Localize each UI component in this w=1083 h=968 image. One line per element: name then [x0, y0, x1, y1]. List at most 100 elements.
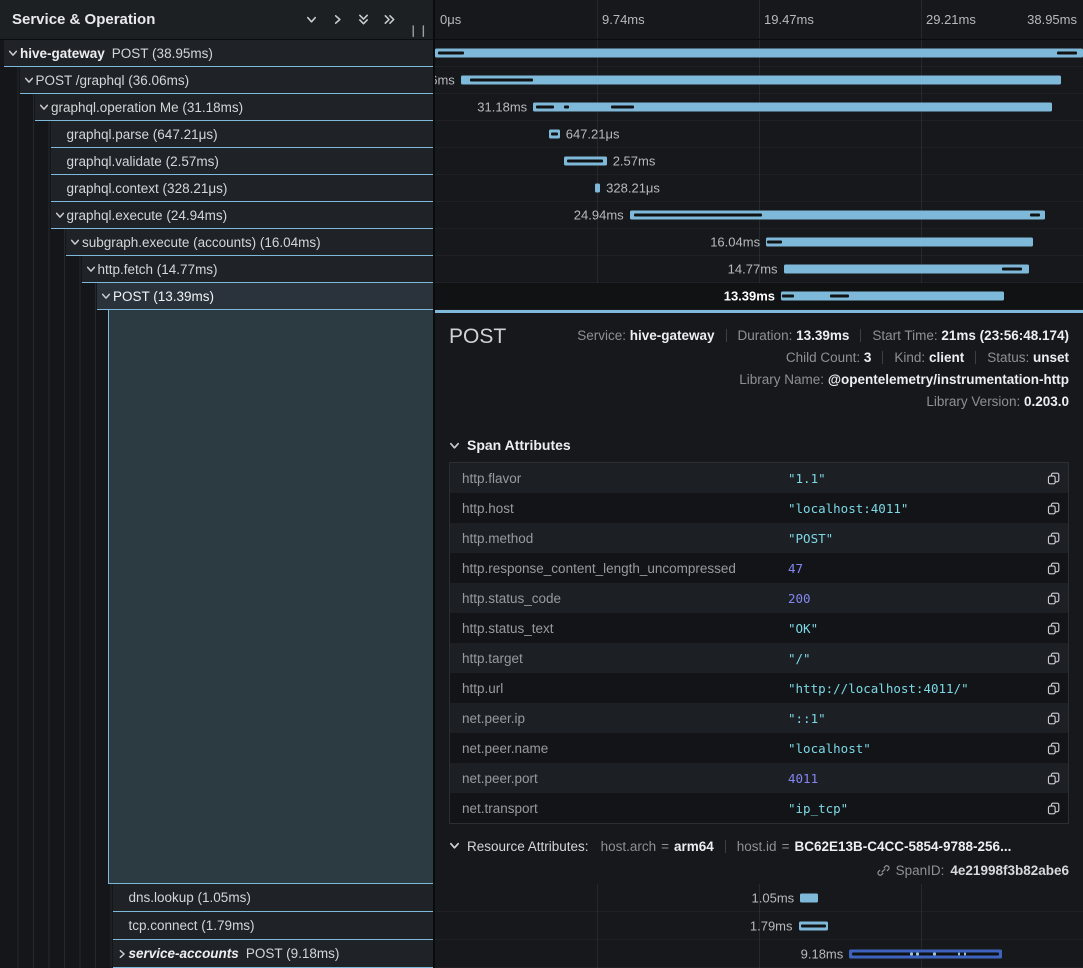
- span-tree-row[interactable]: tcp.connect (1.79ms): [0, 912, 433, 940]
- span-tree-row[interactable]: service-accountsPOST (9.18ms): [0, 940, 433, 968]
- span-attributes-table: http.flavor"1.1"http.host"localhost:4011…: [449, 462, 1069, 824]
- child-span-mark: [536, 106, 554, 109]
- attribute-key: http.url: [450, 681, 788, 696]
- span-tree-row[interactable]: POST /graphql (36.06ms): [0, 67, 433, 94]
- span-duration-label: 1.05ms: [752, 890, 795, 905]
- chevron-down-icon[interactable]: [6, 48, 20, 58]
- span-tree-row[interactable]: http.fetch (14.77ms): [0, 256, 433, 283]
- link-icon[interactable]: [877, 864, 890, 877]
- chevron-down-icon[interactable]: [53, 210, 67, 220]
- timeline-row[interactable]: 328.21μs: [435, 175, 1083, 202]
- span-tree-row[interactable]: graphql.execute (24.94ms): [0, 202, 433, 229]
- copy-icon[interactable]: [1038, 502, 1068, 515]
- selected-span-expansion: [108, 310, 433, 884]
- span-tree-row[interactable]: hive-gatewayPOST (38.95ms): [0, 40, 433, 67]
- span-bar[interactable]: [564, 157, 607, 166]
- copy-icon[interactable]: [1038, 772, 1068, 785]
- panel-header: Service & Operation ❘❘: [0, 0, 433, 40]
- operation-name: graphql.context (328.21μs): [67, 181, 228, 196]
- copy-icon[interactable]: [1038, 562, 1068, 575]
- span-tree-row[interactable]: POST (13.39ms): [0, 283, 433, 310]
- copy-icon[interactable]: [1038, 622, 1068, 635]
- attribute-key: http.flavor: [450, 471, 788, 486]
- meta-value: 21ms (23:56:48.174): [941, 328, 1069, 343]
- timeline-row[interactable]: 24.94ms: [435, 202, 1083, 229]
- resource-attributes-row[interactable]: Resource Attributes: host.arch=arm64host…: [449, 839, 1069, 854]
- operation-name: http.fetch (14.77ms): [98, 262, 218, 277]
- span-tree-row[interactable]: graphql.parse (647.21μs): [0, 121, 433, 148]
- span-id-row: SpanID: 4e21998f3b82abe6: [449, 863, 1069, 878]
- timeline-row[interactable]: 38.95ms: [435, 40, 1083, 67]
- copy-icon[interactable]: [1038, 682, 1068, 695]
- chevron-down-icon[interactable]: [299, 7, 325, 33]
- attribute-key: http.status_text: [450, 621, 788, 636]
- timeline-row[interactable]: 1.79ms: [435, 912, 1083, 940]
- timeline-row[interactable]: 14.77ms: [435, 256, 1083, 283]
- chevron-down-icon[interactable]: [68, 237, 82, 247]
- double-chevron-right-icon[interactable]: [377, 7, 403, 33]
- span-bar[interactable]: [766, 238, 1033, 247]
- copy-icon[interactable]: [1038, 802, 1068, 815]
- child-span-mark: [958, 952, 960, 955]
- span-tree-row[interactable]: graphql.operation Me (31.18ms): [0, 94, 433, 121]
- meta-label: Service:: [577, 328, 630, 343]
- chevron-down-icon[interactable]: [22, 75, 36, 85]
- chevron-right-icon[interactable]: [325, 7, 351, 33]
- span-bar[interactable]: [435, 49, 1083, 58]
- attribute-key: net.peer.name: [450, 741, 788, 756]
- span-meta-line: Library Version: 0.203.0: [449, 391, 1069, 413]
- span-attributes-header[interactable]: Span Attributes: [449, 437, 1069, 453]
- attribute-value: "http://localhost:4011/": [788, 681, 1038, 696]
- span-bar[interactable]: [799, 921, 829, 930]
- attribute-value: "ip_tcp": [788, 801, 1038, 816]
- chevron-down-icon[interactable]: [37, 102, 51, 112]
- meta-value: client: [929, 350, 964, 365]
- timeline-row[interactable]: 9.18ms: [435, 940, 1083, 968]
- copy-icon[interactable]: [1038, 472, 1068, 485]
- timeline-row[interactable]: 36.06ms: [435, 67, 1083, 94]
- chevron-right-icon[interactable]: [115, 949, 129, 959]
- span-bar[interactable]: [800, 893, 817, 902]
- copy-icon[interactable]: [1038, 712, 1068, 725]
- panel-resize-handle[interactable]: ❘❘: [403, 24, 433, 39]
- child-span-mark: [634, 214, 763, 217]
- span-bar[interactable]: [630, 211, 1045, 220]
- chevron-down-icon[interactable]: [99, 291, 113, 301]
- timeline-row[interactable]: 647.21μs: [435, 121, 1083, 148]
- span-bar[interactable]: [781, 292, 1004, 301]
- copy-icon[interactable]: [1038, 742, 1068, 755]
- span-tree-row[interactable]: dns.lookup (1.05ms): [0, 884, 433, 912]
- resource-key: host.arch: [601, 839, 657, 854]
- copy-icon[interactable]: [1038, 532, 1068, 545]
- timeline-row[interactable]: 31.18ms: [435, 94, 1083, 121]
- timeline-row[interactable]: 2.57ms: [435, 148, 1083, 175]
- span-duration-label: 9.18ms: [801, 946, 844, 961]
- attribute-key: http.response_content_length_uncompresse…: [450, 561, 788, 576]
- copy-icon[interactable]: [1038, 652, 1068, 665]
- timeline-tick: 19.47ms: [764, 12, 814, 27]
- attribute-row: http.target"/": [450, 643, 1068, 673]
- timeline-row[interactable]: 16.04ms: [435, 229, 1083, 256]
- span-tree-row[interactable]: subgraph.execute (accounts) (16.04ms): [0, 229, 433, 256]
- span-bar[interactable]: [849, 949, 1002, 958]
- span-bar[interactable]: [595, 184, 600, 193]
- double-chevron-down-icon[interactable]: [351, 7, 377, 33]
- timeline-row[interactable]: 13.39ms: [435, 283, 1083, 310]
- operation-name: POST (9.18ms): [246, 946, 340, 961]
- span-bar[interactable]: [461, 76, 1061, 85]
- span-bar[interactable]: [549, 130, 560, 139]
- span-meta: Service: hive-gatewayDuration: 13.39msSt…: [449, 325, 1069, 413]
- span-tree-row[interactable]: graphql.validate (2.57ms): [0, 148, 433, 175]
- span-duration-label: 2.57ms: [613, 154, 656, 169]
- span-tree-row[interactable]: graphql.context (328.21μs): [0, 175, 433, 202]
- copy-icon[interactable]: [1038, 592, 1068, 605]
- resource-attributes-title: Resource Attributes:: [467, 839, 589, 854]
- span-bar[interactable]: [533, 103, 1052, 112]
- timeline-row[interactable]: 1.05ms: [435, 884, 1083, 912]
- service-name: hive-gateway: [20, 46, 105, 61]
- span-detail-panel: POST Service: hive-gatewayDuration: 13.3…: [435, 310, 1083, 884]
- chevron-down-icon[interactable]: [84, 264, 98, 274]
- operation-name: graphql.validate (2.57ms): [67, 154, 219, 169]
- span-bar[interactable]: [784, 265, 1030, 274]
- meta-label: Library Version:: [926, 394, 1024, 409]
